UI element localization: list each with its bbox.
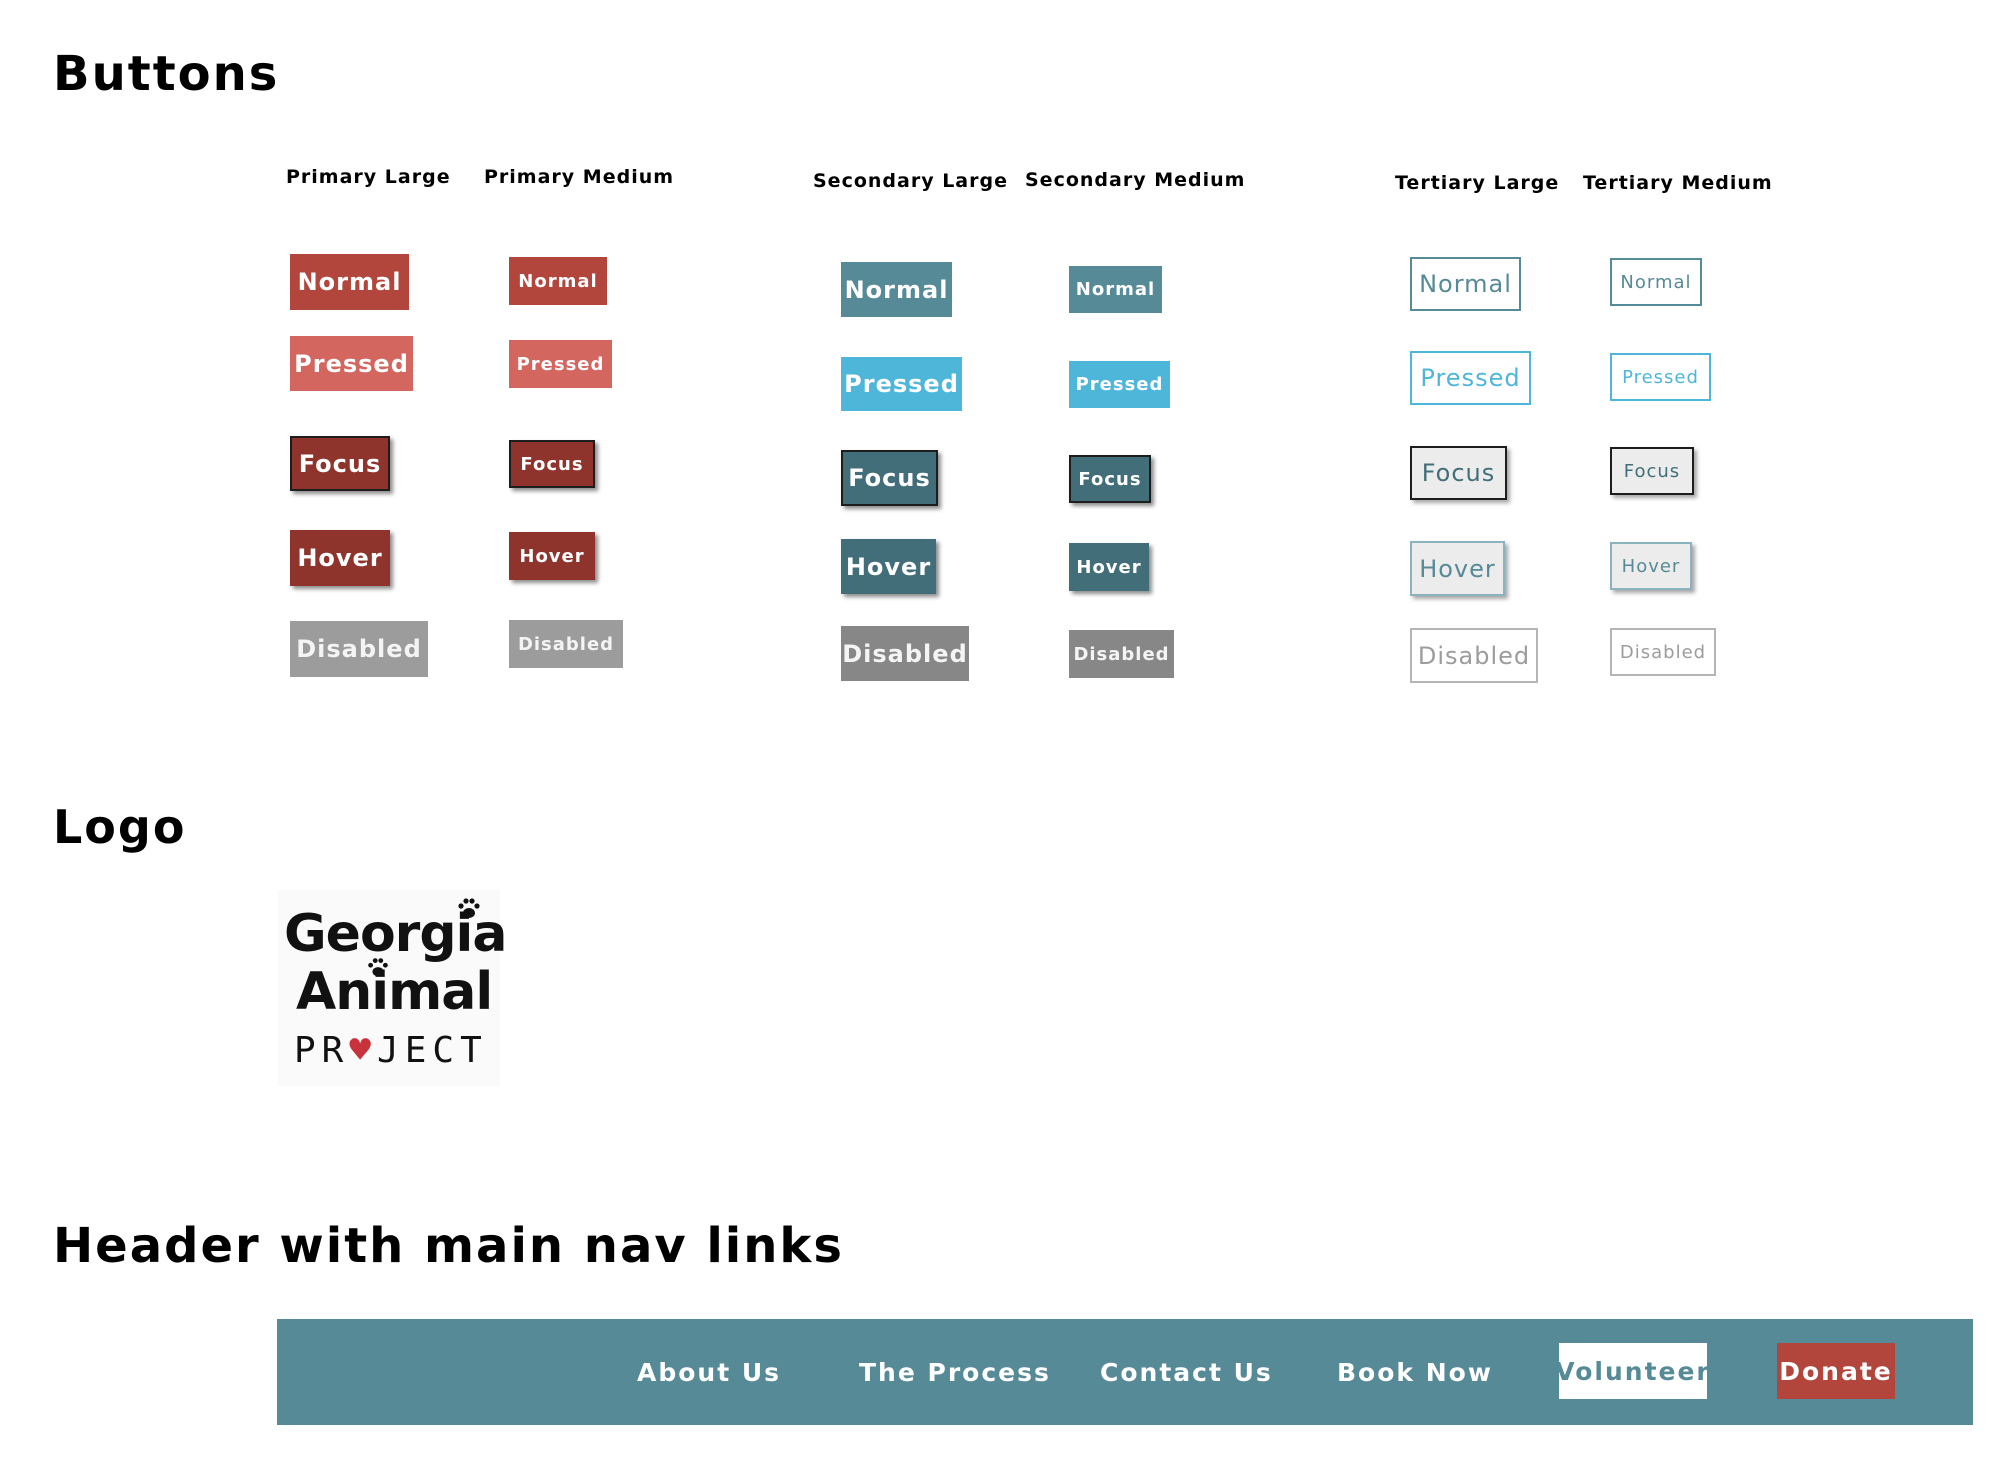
label-tertiary-large: Tertiary Large [1395, 172, 1560, 194]
primary-large-focus-button[interactable]: Focus [290, 436, 390, 491]
primary-medium-normal-button[interactable]: Normal [509, 257, 607, 305]
primary-large-pressed-button[interactable]: Pressed [290, 336, 413, 391]
primary-medium-hover-button[interactable]: Hover [509, 532, 595, 580]
label-tertiary-medium: Tertiary Medium [1583, 172, 1773, 194]
logo-section-title: Logo [53, 800, 187, 854]
tertiary-large-pressed-button[interactable]: Pressed [1410, 351, 1531, 405]
heart-icon: ♥ [349, 1030, 378, 1071]
label-secondary-medium: Secondary Medium [1025, 169, 1246, 191]
tertiary-large-normal-button[interactable]: Normal [1410, 257, 1521, 311]
tertiary-large-hover-button[interactable]: Hover [1410, 541, 1505, 596]
buttons-section-title: Buttons [53, 46, 280, 102]
tertiary-large-focus-button[interactable]: Focus [1410, 446, 1507, 500]
secondary-large-disabled-button: Disabled [841, 626, 969, 681]
secondary-large-hover-button[interactable]: Hover [841, 539, 936, 594]
header-section-title: Header with main nav links [53, 1218, 844, 1274]
label-primary-medium: Primary Medium [484, 166, 675, 188]
secondary-large-pressed-button[interactable]: Pressed [841, 357, 962, 411]
nav-link-contact-us[interactable]: Contact Us [1100, 1319, 1273, 1425]
tertiary-medium-disabled-button: Disabled [1610, 628, 1716, 676]
secondary-large-normal-button[interactable]: Normal [841, 262, 952, 317]
label-primary-large: Primary Large [286, 166, 451, 188]
secondary-medium-disabled-button: Disabled [1069, 630, 1174, 678]
secondary-medium-pressed-button[interactable]: Pressed [1069, 361, 1170, 408]
tertiary-medium-focus-button[interactable]: Focus [1610, 447, 1694, 495]
primary-large-disabled-button: Disabled [290, 621, 428, 677]
secondary-medium-hover-button[interactable]: Hover [1069, 543, 1149, 591]
tertiary-large-disabled-button: Disabled [1410, 628, 1538, 683]
primary-large-hover-button[interactable]: Hover [290, 530, 390, 586]
tertiary-medium-pressed-button[interactable]: Pressed [1610, 353, 1711, 401]
primary-medium-focus-button[interactable]: Focus [509, 440, 595, 488]
paw-print-icon [368, 958, 388, 977]
nav-link-about-us[interactable]: About Us [637, 1319, 781, 1425]
paw-print-icon [458, 898, 480, 918]
primary-large-normal-button[interactable]: Normal [290, 254, 409, 310]
label-secondary-large: Secondary Large [813, 170, 1008, 192]
volunteer-button[interactable]: Volunteer [1555, 1343, 1709, 1399]
nav-link-the-process[interactable]: The Process [859, 1319, 1051, 1425]
logo-animal-text: Animal [296, 962, 493, 1022]
nav-link-book-now[interactable]: Book Now [1337, 1319, 1493, 1425]
primary-medium-pressed-button[interactable]: Pressed [509, 340, 612, 388]
donate-button[interactable]: Donate [1777, 1343, 1895, 1399]
secondary-medium-focus-button[interactable]: Focus [1069, 455, 1151, 503]
tertiary-medium-hover-button[interactable]: Hover [1610, 542, 1692, 590]
secondary-large-focus-button[interactable]: Focus [841, 450, 938, 506]
tertiary-medium-normal-button[interactable]: Normal [1610, 258, 1702, 306]
logo-project-text: PR♥JECT [294, 1030, 488, 1071]
primary-medium-disabled-button: Disabled [509, 620, 623, 668]
main-nav-header: About Us The Process Contact Us Book Now… [277, 1319, 1973, 1425]
secondary-medium-normal-button[interactable]: Normal [1069, 266, 1162, 313]
georgia-animal-project-logo: Georgia Animal PR♥JECT [278, 890, 507, 1086]
